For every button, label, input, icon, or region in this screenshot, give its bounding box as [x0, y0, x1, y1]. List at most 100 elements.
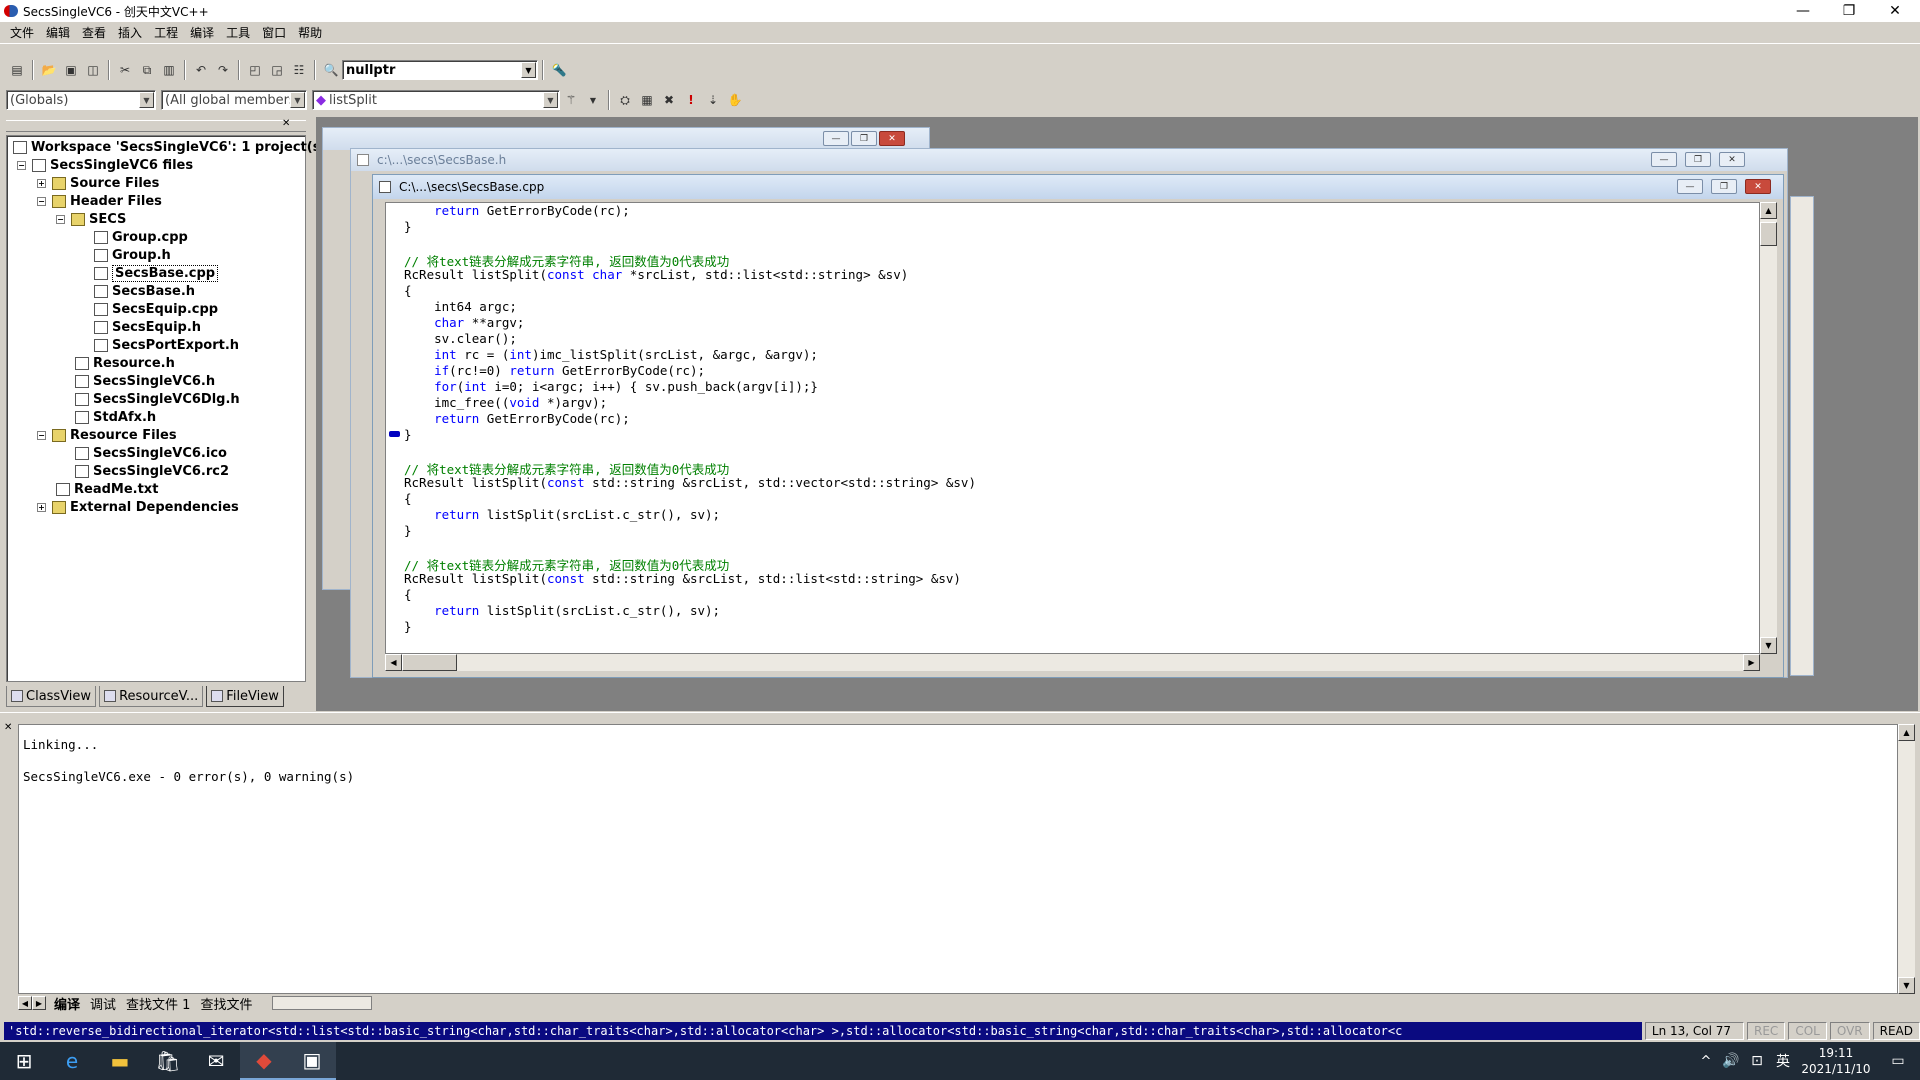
output-splitter[interactable]: [0, 712, 1920, 722]
tree-item-project[interactable]: − SecsSingleVC6 files: [17, 156, 193, 174]
output-vertical-scrollbar[interactable]: ▲ ▼: [1898, 724, 1915, 994]
menu-edit[interactable]: 编辑: [40, 24, 76, 41]
tab-find-in-files-2[interactable]: 查找文件: [200, 994, 252, 1013]
scroll-left-icon[interactable]: ◀: [385, 654, 402, 671]
stop-build-icon[interactable]: ✖: [659, 90, 679, 110]
tree-item-group-cpp[interactable]: Group.cpp: [94, 228, 188, 246]
editor-minimize-button[interactable]: —: [1677, 179, 1703, 194]
tree-item-resource-h[interactable]: Resource.h: [75, 354, 175, 372]
execute-icon[interactable]: !: [681, 90, 701, 110]
tab-find-in-files-1[interactable]: 查找文件 1: [126, 994, 190, 1013]
tree-item-stdafx-h[interactable]: StdAfx.h: [75, 408, 156, 426]
minimize-button[interactable]: —: [1780, 0, 1826, 22]
find-in-files-icon[interactable]: 🔍: [321, 60, 341, 80]
redo-icon[interactable]: ↷: [213, 60, 233, 80]
tree-item-secssinglevc6dlg-h[interactable]: SecsSingleVC6Dlg.h: [75, 390, 240, 408]
compile-icon[interactable]: ⛭: [615, 90, 635, 110]
tree-item-external-deps[interactable]: + External Dependencies: [37, 498, 239, 516]
tree-item-secsbase-cpp[interactable]: SecsBase.cpp: [94, 264, 219, 282]
tree-item-secsequip-h[interactable]: SecsEquip.h: [94, 318, 201, 336]
background-scrollbar[interactable]: [1790, 196, 1814, 676]
edge-icon[interactable]: e: [48, 1042, 96, 1080]
editor-maximize-button[interactable]: ❐: [1711, 179, 1737, 194]
bg1-close-button[interactable]: ✕: [879, 131, 905, 146]
volume-icon[interactable]: 🔊: [1718, 1042, 1744, 1080]
scroll-thumb[interactable]: [1760, 222, 1777, 246]
output-pane[interactable]: Linking... SecsSingleVC6.exe - 0 error(s…: [18, 724, 1898, 994]
maximize-button[interactable]: ❐: [1826, 0, 1872, 22]
bg2-close-button[interactable]: ✕: [1719, 152, 1745, 167]
menu-help[interactable]: 帮助: [292, 24, 328, 41]
tree-item-secsbase-h[interactable]: SecsBase.h: [94, 282, 195, 300]
cut-icon[interactable]: ✂: [115, 60, 135, 80]
app-window-icon[interactable]: ▣: [288, 1042, 336, 1080]
undo-icon[interactable]: ↶: [191, 60, 211, 80]
workspace-icon[interactable]: ◰: [245, 60, 265, 80]
tree-item-readme[interactable]: ReadMe.txt: [56, 480, 158, 498]
build-icon[interactable]: ▦: [637, 90, 657, 110]
scroll-down-icon[interactable]: ▼: [1898, 977, 1915, 994]
copy-icon[interactable]: ⧉: [137, 60, 157, 80]
bg2-minimize-button[interactable]: —: [1651, 152, 1677, 167]
tree-item-rc2[interactable]: SecsSingleVC6.rc2: [75, 462, 229, 480]
tab-resourceview[interactable]: ResourceV...: [99, 686, 204, 707]
notification-icon[interactable]: ▭: [1876, 1042, 1920, 1080]
breakpoint-hand-icon[interactable]: ✋: [725, 90, 745, 110]
ime-indicator[interactable]: 英: [1770, 1042, 1796, 1080]
function-combo[interactable]: ◆ listSplit ▼: [312, 90, 560, 110]
network-icon[interactable]: ⊡: [1744, 1042, 1770, 1080]
start-icon[interactable]: ⊞: [0, 1042, 48, 1080]
wizard-wand-icon[interactable]: ⚚: [561, 90, 581, 110]
tab-debug[interactable]: 调试: [90, 994, 116, 1013]
save-all-icon[interactable]: ◫: [83, 60, 103, 80]
hscroll-thumb[interactable]: [402, 654, 457, 671]
tab-fileview[interactable]: FileView: [206, 686, 284, 707]
output-close-icon[interactable]: ✕: [4, 722, 12, 733]
editor-close-button[interactable]: ✕: [1745, 179, 1771, 194]
globals-combo[interactable]: (Globals) ▼: [6, 90, 156, 110]
tree-item-secssinglevc6-h[interactable]: SecsSingleVC6.h: [75, 372, 215, 390]
tab-scroll-left-icon[interactable]: ◀: [18, 996, 32, 1010]
go-icon[interactable]: ⇣: [703, 90, 723, 110]
scroll-down-icon[interactable]: ▼: [1760, 637, 1777, 654]
store-icon[interactable]: 🛍: [144, 1042, 192, 1080]
bg2-maximize-button[interactable]: ❐: [1685, 152, 1711, 167]
tree-item-ico[interactable]: SecsSingleVC6.ico: [75, 444, 227, 462]
output-horizontal-scrollbar[interactable]: [272, 996, 373, 1010]
open-icon[interactable]: 📂: [39, 60, 59, 80]
code-editor[interactable]: return GetErrorByCode(rc); } // 将text链表分…: [385, 202, 1760, 654]
tab-build[interactable]: 编译: [54, 994, 80, 1013]
workspace-close-icon[interactable]: ✕: [282, 118, 290, 129]
scroll-up-icon[interactable]: ▲: [1760, 202, 1777, 219]
editor-vertical-scrollbar[interactable]: ▲ ▼: [1760, 202, 1777, 654]
clock[interactable]: 19:11 2021/11/10: [1796, 1045, 1876, 1077]
tree-item-source-files[interactable]: + Source Files: [37, 174, 159, 192]
menu-tools[interactable]: 工具: [220, 24, 256, 41]
tree-item-header-files[interactable]: − Header Files: [37, 192, 162, 210]
output-icon[interactable]: ◲: [267, 60, 287, 80]
tab-scroll-right-icon[interactable]: ▶: [32, 996, 46, 1010]
tree-item-secs[interactable]: − SECS: [56, 210, 126, 228]
tray-chevron-icon[interactable]: ^: [1694, 1042, 1718, 1080]
save-icon[interactable]: ▣: [61, 60, 81, 80]
menu-window[interactable]: 窗口: [256, 24, 292, 41]
file-explorer-icon[interactable]: ▬: [96, 1042, 144, 1080]
find-icon[interactable]: 🔦: [549, 60, 569, 80]
workspace-root[interactable]: Workspace 'SecsSingleVC6': 1 project(s): [13, 138, 326, 156]
workspace-grip[interactable]: [6, 120, 306, 132]
menu-view[interactable]: 查看: [76, 24, 112, 41]
menu-insert[interactable]: 插入: [112, 24, 148, 41]
tree-item-resource-files[interactable]: − Resource Files: [37, 426, 177, 444]
bg1-maximize-button[interactable]: ❐: [851, 131, 877, 146]
mail-icon[interactable]: ✉: [192, 1042, 240, 1080]
vc6-icon[interactable]: ◆: [240, 1042, 288, 1080]
tree-item-group-h[interactable]: Group.h: [94, 246, 171, 264]
bg1-minimize-button[interactable]: —: [823, 131, 849, 146]
tab-classview[interactable]: ClassView: [6, 686, 97, 707]
find-combo[interactable]: nullptr ▼: [342, 60, 538, 80]
new-file-icon[interactable]: ▤: [7, 60, 27, 80]
scroll-right-icon[interactable]: ▶: [1743, 654, 1760, 671]
tree-item-secsequip-cpp[interactable]: SecsEquip.cpp: [94, 300, 218, 318]
tree-item-secsportexport-h[interactable]: SecsPortExport.h: [94, 336, 239, 354]
members-combo[interactable]: (All global members ▼: [161, 90, 307, 110]
